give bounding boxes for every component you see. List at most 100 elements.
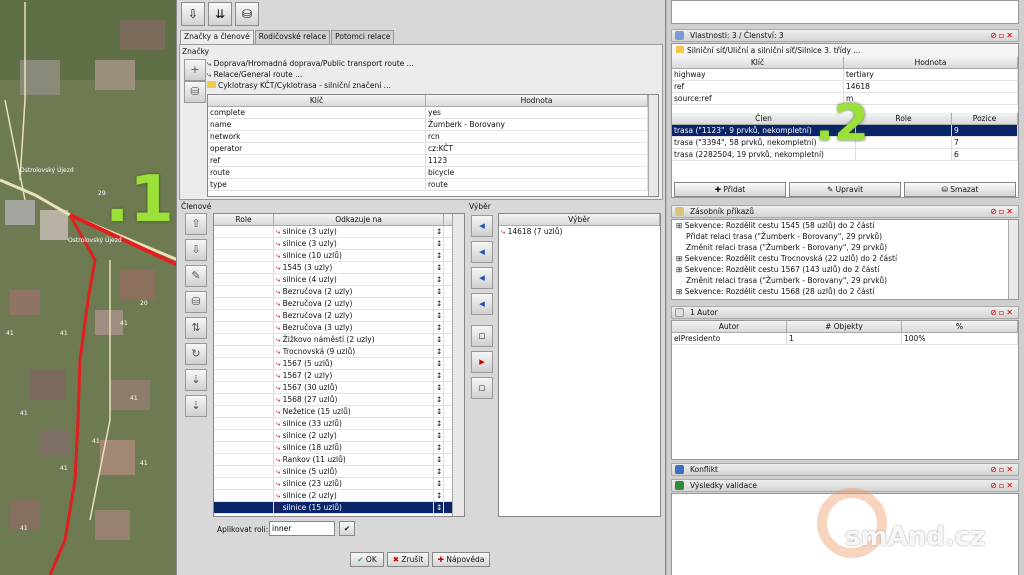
table-row[interactable]: route bicycle [208,167,658,179]
add-before-icon[interactable]: ◂ [471,241,493,263]
table-row[interactable]: ⤷ silnice (5 uzlů) ↕ [214,466,464,478]
download-members-icon[interactable]: ⇊ [208,2,232,26]
panel-controls-icon[interactable]: ⊘▫✕ [990,480,1015,491]
commands-scrollbar[interactable] [1008,220,1018,299]
tree-expand-icon: ⊞ [676,254,683,263]
map-view[interactable]: Ostrolovský Újezd Ostrolovský Újezd 29 2… [0,0,178,575]
members-scrollbar[interactable] [452,214,464,516]
ok-icon: ✔ [357,555,364,564]
list-item[interactable]: ⊞ Sekvence: Rozdělit cestu 1567 (143 uzl… [672,264,1018,275]
member-ref-cell: ⤷ silnice (33 uzlů) [274,418,434,429]
apply-role-button[interactable]: ✔ [339,521,355,536]
table-row[interactable]: ⤷ silnice (2 uzly) ↕ [214,490,464,502]
select-members-icon[interactable]: ⇣ [185,395,207,417]
table-row[interactable]: ⤷ silnice (18 uzlů) ↕ [214,442,464,454]
table-row[interactable]: complete yes [208,107,658,119]
member-ref-cell: ⤷ Trocnovská (9 uzlů) [274,346,434,357]
list-item[interactable]: ⊞ Sekvence: Rozdělit cestu 1545 (58 uzlů… [672,220,1018,231]
tags-scrollbar[interactable] [648,95,658,196]
table-row[interactable]: ⤷ silnice (23 uzlů) ↕ [214,478,464,490]
download-relation-icon[interactable]: ⇩ [181,2,205,26]
table-row[interactable]: ref 14618 [672,81,1018,93]
remove-selected-icon[interactable]: ▫ [471,325,493,347]
add-after-icon[interactable]: ◂ [471,267,493,289]
table-row[interactable]: ⤷ 1567 (30 uzlů) ↕ [214,382,464,394]
table-row[interactable]: operator cz:KČT [208,143,658,155]
table-row[interactable]: ⤷ silnice (33 uzlů) ↕ [214,418,464,430]
download-incomplete-icon[interactable]: ⇣ [185,369,207,391]
table-row[interactable]: type route [208,179,658,191]
ok-button[interactable]: ✔ OK [350,552,384,567]
add-at-start-icon[interactable]: ◂ [471,215,493,237]
preset-item[interactable]: ⤷ Doprava/Hromadná doprava/Public transp… [207,58,657,69]
edit-button[interactable]: ✎ Upravit [789,182,901,197]
tab-parent-relations[interactable]: Rodičovské relace [254,30,331,44]
tags-table[interactable]: Klíč Hodnota complete yes name Žumberk - B… [207,94,659,197]
table-row[interactable]: ⤷ 1545 (3 uzly) ↕ [214,262,464,274]
list-item[interactable]: ⊞ Sekvence: Rozdělit cestu 1568 (28 uzlů… [672,286,1018,297]
table-row[interactable]: ⤷ silnice (2 uzly) ↕ [214,430,464,442]
add-tag-button[interactable]: + [184,59,206,81]
table-row[interactable]: ⤷ 1567 (2 uzly) ↕ [214,370,464,382]
tab-tags-members[interactable]: Značky a členové [180,30,254,44]
house-number: 41 [130,395,138,402]
add-at-end-icon[interactable]: ◂ [471,293,493,315]
linkage-icon: ↕ [436,454,444,465]
delete-member-icon[interactable]: ⛁ [185,291,207,313]
table-row[interactable]: ⤷ Rankov (11 uzlů) ↕ [214,454,464,466]
linkage-icon: ↕ [436,418,444,429]
table-row[interactable]: ⤷ silnice (10 uzlů) ↕ [214,250,464,262]
preset-item[interactable]: Cyklotrasy KČT/Cyklotrasa - silniční zna… [207,80,657,91]
table-row[interactable]: highway tertiary [672,69,1018,81]
member-role-cell [214,490,274,501]
selection-table[interactable]: Výběr ⤷ 14618 (7 uzlů) [498,213,661,517]
members-table[interactable]: Role Odkazuje na ⤷ silnice (3 uzly) ↕ ⤷ si… [213,213,465,517]
table-row[interactable]: ⤷ Bezručova (3 uzly) ↕ [214,322,464,334]
table-row[interactable]: ⤷ silnice (15 uzlů) ↕ [214,502,464,514]
table-row[interactable]: ⤷ 14618 (7 uzlů) [499,226,660,238]
table-row[interactable]: ref 1123 [208,155,658,167]
move-down-icon[interactable]: ⇩ [185,239,207,261]
select-in-map-icon[interactable]: ▫ [471,377,493,399]
cancel-button[interactable]: ✖ Zrušit [387,552,429,567]
conflict-header[interactable]: Konflikt ⊘▫✕ [671,463,1019,476]
sort-members-icon[interactable]: ⇅ [185,317,207,339]
table-row[interactable]: name Žumberk - Borovany [208,119,658,131]
table-row[interactable]: ⤷ 1567 (5 uzlů) ↕ [214,358,464,370]
table-row[interactable]: ⤷ Bezručova (2 uzly) ↕ [214,310,464,322]
database-icon[interactable]: ⛁ [235,2,259,26]
delete-button[interactable]: ⛁ Smazat [904,182,1016,197]
table-row[interactable]: network rcn [208,131,658,143]
delete-tag-icon[interactable]: ⛁ [184,81,206,103]
table-row[interactable]: ⤷ silnice (3 uzly) ↕ [214,226,464,238]
table-row[interactable]: elPresidento 1 100% [672,333,1018,345]
list-item[interactable]: Přidat relaci trasa ("Žumberk - Borovany… [672,231,1018,242]
table-row[interactable]: ⤷ silnice (3 uzly) ↕ [214,238,464,250]
edit-member-icon[interactable]: ✎ [185,265,207,287]
table-row[interactable]: ⤷ Bezručova (2 uzly) ↕ [214,286,464,298]
panel-controls-icon[interactable]: ⊘▫✕ [990,464,1015,475]
tab-child-relations[interactable]: Potomci relace [331,30,395,44]
table-row[interactable]: ⤷ 1568 (27 uzlů) ↕ [214,394,464,406]
table-row[interactable]: ⤷ Bezručova (2 uzly) ↕ [214,298,464,310]
table-row[interactable]: ⤷ Trocnovská (9 uzlů) ↕ [214,346,464,358]
panel-controls-icon[interactable]: ⊘▫✕ [990,307,1015,318]
add-button[interactable]: ✚ Přidat [674,182,786,197]
preset-item[interactable]: ⤷ Relace/General route ... [207,69,657,80]
list-item[interactable]: Změnit relaci trasa ("Žumberk - Borovany… [672,275,1018,286]
way-icon: ⤷ [276,395,283,404]
panel-controls-icon[interactable]: ⊘▫✕ [990,30,1015,41]
preset-label[interactable]: Silniční síť/Uliční a silniční síť/Silni… [672,44,1018,57]
reverse-icon[interactable]: ↻ [185,343,207,365]
table-row[interactable]: ⤷ Žižkovo náměstí (2 uzly) ↕ [214,334,464,346]
table-row[interactable]: ⤷ Nežetice (15 uzlů) ↕ [214,406,464,418]
list-item[interactable]: Změnit relaci trasa ("Žumberk - Borovany… [672,242,1018,253]
role-input[interactable] [269,521,335,536]
help-button[interactable]: ✚ Nápověda [432,552,490,567]
table-row[interactable]: ⤷ silnice (4 uzly) ↕ [214,274,464,286]
house-number: 41 [20,525,28,532]
move-up-icon[interactable]: ⇧ [185,213,207,235]
set-selection-icon[interactable]: ▸ [471,351,493,373]
list-item[interactable]: ⊞ Sekvence: Rozdělit cestu Trocnovská (2… [672,253,1018,264]
panel-controls-icon[interactable]: ⊘▫✕ [990,206,1015,217]
